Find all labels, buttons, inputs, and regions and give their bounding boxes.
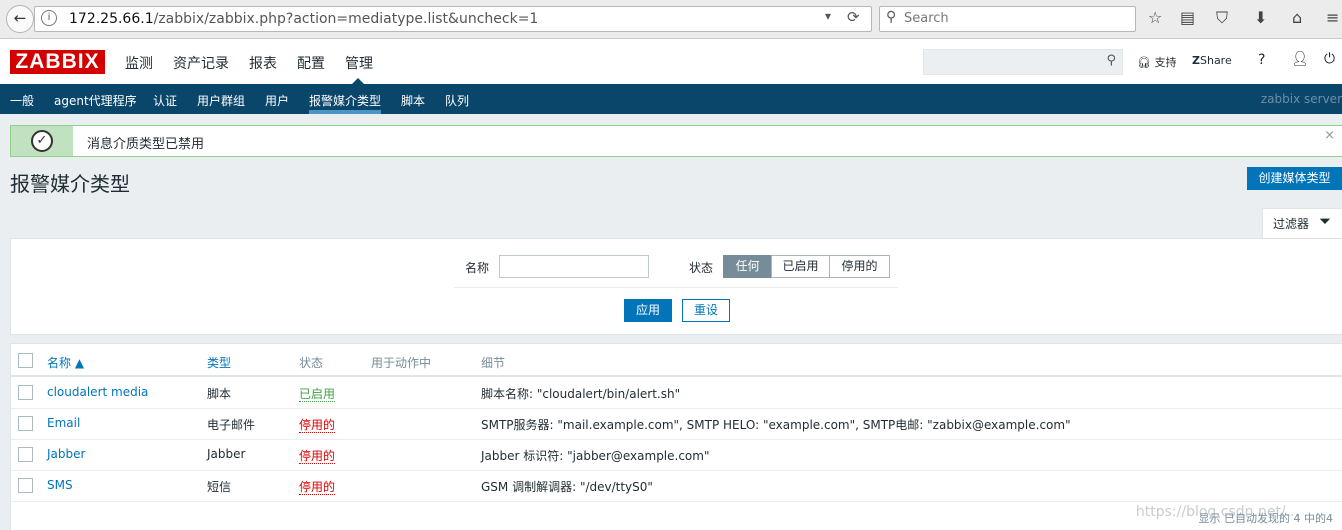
create-media-type-button[interactable]: 创建媒体类型 xyxy=(1247,167,1342,190)
status-toggle[interactable]: 停用的 xyxy=(299,416,336,433)
name-filter-input[interactable] xyxy=(499,255,649,278)
submenu-general[interactable]: 一般 xyxy=(10,92,34,109)
row-checkbox[interactable] xyxy=(18,478,33,493)
media-details: Jabber 标识符: "jabber@example.com" xyxy=(481,449,710,463)
message-text: 消息介质类型已禁用 xyxy=(87,137,205,152)
menu-configuration[interactable]: 配置 xyxy=(297,53,325,73)
status-disabled-radio[interactable]: 停用的 xyxy=(829,255,890,278)
status-toggle[interactable]: 停用的 xyxy=(299,447,336,464)
media-details: GSM 调制解调器: "/dev/ttyS0" xyxy=(481,480,653,494)
share-icon: Z xyxy=(1192,54,1200,67)
apply-button[interactable]: 应用 xyxy=(624,299,672,322)
success-message: ✓ 消息介质类型已禁用 × xyxy=(10,125,1342,157)
status-text[interactable]: 停用的 xyxy=(299,449,336,464)
check-icon: ✓ xyxy=(31,130,53,152)
header-used-in-actions: 用于动作中 xyxy=(371,356,432,370)
menu-inventory[interactable]: 资产记录 xyxy=(173,53,229,73)
browser-toolbar: ← i 172.25.66.1/zabbix/zabbix.php?action… xyxy=(0,0,1342,39)
media-name-link[interactable]: Jabber xyxy=(47,447,85,461)
submenu-users[interactable]: 用户 xyxy=(265,92,289,109)
status-toggle[interactable]: 已启用 xyxy=(299,385,336,402)
headset-icon: 🎧︎ xyxy=(1137,56,1151,69)
header-name[interactable]: 名称 ▲ xyxy=(47,354,84,371)
status-enabled-radio[interactable]: 已启用 xyxy=(771,255,830,278)
search-icon: ⚲ xyxy=(886,9,897,25)
page-title: 报警媒介类型 xyxy=(10,172,130,196)
media-name-link[interactable]: SMS xyxy=(47,478,73,492)
url-bar[interactable]: i 172.25.66.1/zabbix/zabbix.php?action=m… xyxy=(34,6,872,32)
media-name-link[interactable]: Email xyxy=(47,416,80,430)
status-toggle[interactable]: 停用的 xyxy=(299,478,336,495)
download-icon[interactable]: ⬇ xyxy=(1254,8,1267,27)
filter-tab[interactable]: 过滤器 ⏷ xyxy=(1262,208,1342,240)
browser-search[interactable]: ⚲ Search xyxy=(879,6,1136,32)
filter-tab-label: 过滤器 xyxy=(1273,217,1310,231)
pocket-icon[interactable]: ⛉ xyxy=(1216,8,1228,28)
submenu-media-types[interactable]: 报警媒介类型 xyxy=(309,92,381,109)
row-checkbox[interactable] xyxy=(18,416,33,431)
filter-divider xyxy=(454,287,898,288)
status-text[interactable]: 已启用 xyxy=(299,387,336,402)
table-row: SMS 短信 停用的 GSM 调制解调器: "/dev/ttyS0" xyxy=(11,470,1342,502)
table-row: Jabber Jabber 停用的 Jabber 标识符: "jabber@ex… xyxy=(11,439,1342,471)
media-type: 电子邮件 xyxy=(207,418,256,432)
name-label: 名称 xyxy=(465,261,490,275)
menu-icon[interactable]: ≡ xyxy=(1326,8,1339,27)
paging-info: 显示 已自动发现的 4 中的4 xyxy=(1198,512,1334,525)
media-name-link[interactable]: cloudalert media xyxy=(47,385,148,399)
server-name: zabbix server xyxy=(1260,92,1342,106)
search-placeholder: Search xyxy=(904,11,949,26)
media-type: 短信 xyxy=(207,480,232,494)
menu-monitoring[interactable]: 监测 xyxy=(125,53,153,73)
media-types-table: 名称 ▲ 类型 状态 用于动作中 细节 cloudalert media 脚本 … xyxy=(10,343,1342,530)
media-details: 脚本名称: "cloudalert/bin/alert.sh" xyxy=(481,387,681,401)
status-label: 状态 xyxy=(689,261,714,275)
back-icon[interactable]: ← xyxy=(6,5,34,33)
table-row: Email 电子邮件 停用的 SMTP服务器: "mail.example.co… xyxy=(11,408,1342,440)
support-link[interactable]: 🎧︎ 支持 xyxy=(1137,54,1176,70)
help-link[interactable]: ? xyxy=(1258,52,1265,68)
filter-panel: 名称 状态 任何 已启用 停用的 应用 重设 xyxy=(10,238,1342,335)
info-icon[interactable]: i xyxy=(41,10,57,26)
bookmark-star-icon[interactable]: ☆ xyxy=(1148,8,1162,27)
status-text[interactable]: 停用的 xyxy=(299,480,336,495)
submenu-queue[interactable]: 队列 xyxy=(445,92,469,109)
home-icon[interactable]: ⌂ xyxy=(1292,8,1302,27)
header-status: 状态 xyxy=(299,356,324,370)
dropdown-icon[interactable]: ▾ xyxy=(825,9,831,23)
user-profile-icon[interactable]: 👤︎ xyxy=(1291,51,1309,67)
reload-icon[interactable]: ⟳ xyxy=(847,8,860,26)
reader-icon[interactable]: ▤ xyxy=(1180,8,1195,27)
zabbix-logo[interactable]: ZABBIX xyxy=(10,50,105,74)
status-any-radio[interactable]: 任何 xyxy=(723,255,772,278)
search-icon[interactable]: ⚲ xyxy=(1106,53,1116,68)
submenu-active-indicator xyxy=(309,110,381,114)
select-all-checkbox[interactable] xyxy=(18,353,33,368)
header-details: 细节 xyxy=(481,356,506,370)
global-search-input[interactable]: ⚲ xyxy=(923,49,1123,75)
header-type[interactable]: 类型 xyxy=(207,354,231,371)
submenu-user-groups[interactable]: 用户群组 xyxy=(197,92,245,109)
close-icon[interactable]: × xyxy=(1324,128,1335,143)
menu-reports[interactable]: 报表 xyxy=(249,53,277,73)
media-type: Jabber xyxy=(207,447,246,461)
url-text: 172.25.66.1/zabbix/zabbix.php?action=med… xyxy=(69,11,539,27)
media-details: SMTP服务器: "mail.example.com", SMTP HELO: … xyxy=(481,418,1071,432)
filter-icon: ⏷ xyxy=(1319,212,1332,230)
message-icon-area: ✓ xyxy=(11,126,73,156)
submenu-proxies[interactable]: agent代理程序 xyxy=(54,92,137,109)
logout-icon[interactable]: ⏻ xyxy=(1324,51,1335,67)
reset-button[interactable]: 重设 xyxy=(682,299,730,322)
row-checkbox[interactable] xyxy=(18,385,33,400)
status-text[interactable]: 停用的 xyxy=(299,418,336,433)
submenu-scripts[interactable]: 脚本 xyxy=(401,92,425,109)
row-checkbox[interactable] xyxy=(18,447,33,462)
media-type: 脚本 xyxy=(207,387,232,401)
sub-menu: 一般 agent代理程序 认证 用户群组 用户 报警媒介类型 脚本 队列 zab… xyxy=(0,84,1342,114)
zabbix-header: ZABBIX 监测 资产记录 报表 配置 管理 ⚲ 🎧︎ 支持 ZShare ?… xyxy=(0,39,1342,84)
menu-administration[interactable]: 管理 xyxy=(345,53,373,73)
table-row: cloudalert media 脚本 已启用 脚本名称: "cloudaler… xyxy=(11,377,1342,409)
submenu-authentication[interactable]: 认证 xyxy=(153,92,177,109)
share-link[interactable]: ZShare xyxy=(1192,54,1232,67)
